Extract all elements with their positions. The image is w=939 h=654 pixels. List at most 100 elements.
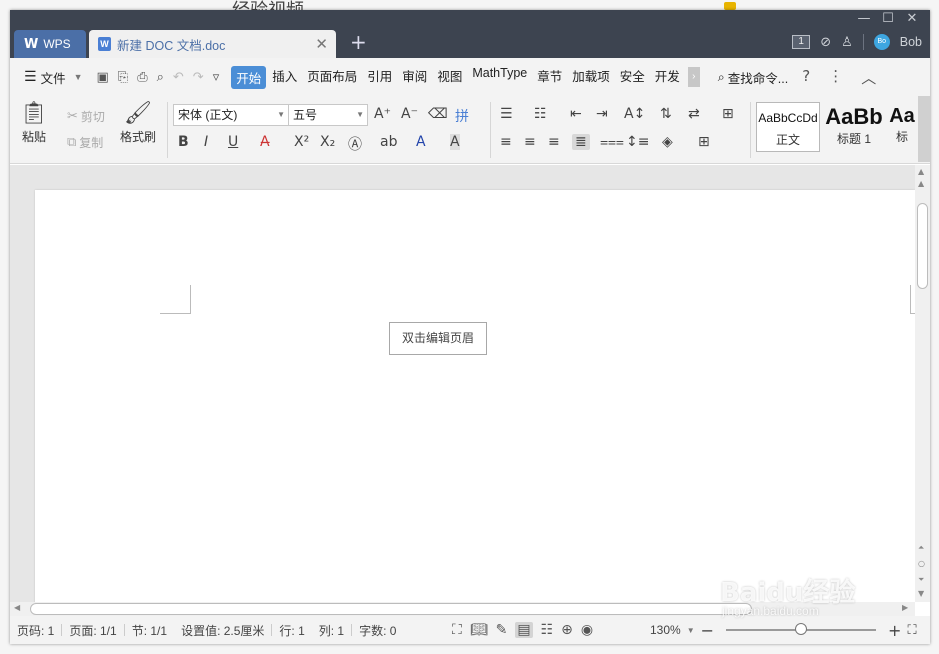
scroll-thumb[interactable] xyxy=(30,603,752,615)
scroll-right-icon[interactable]: ▶ xyxy=(902,603,908,612)
distributed-align-icon[interactable]: ⩶ xyxy=(600,134,624,150)
prev-page-icon[interactable]: ⏶ xyxy=(918,543,924,553)
ribbon-scrollbar[interactable] xyxy=(918,96,930,162)
tab-page-layout[interactable]: 页面布局 xyxy=(303,66,361,89)
decrease-indent-icon[interactable]: ⇤ xyxy=(570,106,582,122)
style-heading-1[interactable]: AaBb 标题 1 xyxy=(822,102,886,152)
pinyin-guide-icon[interactable]: 拼 xyxy=(455,106,469,126)
user-name[interactable]: Bob xyxy=(900,35,922,49)
window-count-badge[interactable]: 1 xyxy=(792,35,811,49)
outline-view-icon[interactable]: ☷ xyxy=(541,622,554,638)
status-setting-value[interactable]: 设置值: 2.5厘米 xyxy=(174,622,271,639)
print-preview-icon[interactable]: ⌕ xyxy=(157,70,164,85)
collapse-ribbon-icon[interactable]: ︿ xyxy=(861,67,876,88)
line-spacing-icon[interactable]: ↕≡ xyxy=(626,134,649,150)
tab-home[interactable]: 开始 xyxy=(231,65,267,89)
skin-shirt-icon[interactable]: ♙ xyxy=(841,35,853,50)
select-browse-icon[interactable]: ○ xyxy=(918,559,925,568)
status-row[interactable]: 行: 1 xyxy=(272,622,311,639)
edit-header-hint[interactable]: 双击编辑页眉 xyxy=(389,322,487,355)
align-left-icon[interactable]: ≡ xyxy=(500,134,512,150)
reading-mode-icon[interactable]: 📖︎ xyxy=(470,622,488,638)
borders-icon[interactable]: ⊞ xyxy=(698,134,710,150)
zoom-out-button[interactable]: − xyxy=(701,621,714,640)
justify-icon[interactable]: ≣ xyxy=(572,134,590,150)
edit-pen-icon[interactable]: ✎ xyxy=(496,622,508,638)
numbered-list-icon[interactable]: ☷ xyxy=(534,106,547,122)
chinese-layout-icon[interactable]: A↕ xyxy=(624,106,645,122)
close-tab-icon[interactable]: ✕ xyxy=(315,35,328,53)
zoom-level[interactable]: 130% xyxy=(650,623,681,637)
print-icon[interactable]: ⎙ xyxy=(137,70,147,85)
save-icon[interactable]: ▣ xyxy=(97,70,109,85)
status-pages[interactable]: 页面: 1/1 xyxy=(62,622,123,639)
tab-mathtype[interactable]: MathType xyxy=(468,66,531,89)
minimize-button[interactable]: — xyxy=(852,12,876,28)
copy-button[interactable]: ⧉ 复制 xyxy=(67,134,103,151)
clear-format-icon[interactable]: ⌫ xyxy=(428,106,448,122)
font-size-combo[interactable]: 五号 ▼ xyxy=(288,104,368,126)
format-painter-button[interactable]: 🖌︎ 格式刷 xyxy=(120,100,156,145)
subscript-icon[interactable]: X₂ xyxy=(320,134,335,150)
next-page-icon[interactable]: ⏷ xyxy=(918,575,924,585)
chevron-down-icon[interactable]: ▼ xyxy=(687,626,695,635)
tab-developer[interactable]: 开发 xyxy=(651,66,684,89)
italic-icon[interactable]: I xyxy=(204,134,208,150)
status-section[interactable]: 节: 1/1 xyxy=(125,622,174,639)
zoom-slider-knob[interactable] xyxy=(795,623,808,635)
increase-font-icon[interactable]: A⁺ xyxy=(374,106,391,122)
eye-protection-icon[interactable]: ◉ xyxy=(581,622,593,638)
text-effect-icon[interactable]: Ⓐ xyxy=(348,134,362,154)
find-command-search[interactable]: ⌕ 查找命令... xyxy=(718,68,788,87)
tab-chapter[interactable]: 章节 xyxy=(533,66,566,89)
close-window-button[interactable]: ✕ xyxy=(900,12,924,28)
tab-references[interactable]: 引用 xyxy=(363,66,396,89)
font-color-icon[interactable]: A xyxy=(416,134,426,150)
status-word-count[interactable]: 字数: 0 xyxy=(352,622,403,639)
tab-view[interactable]: 视图 xyxy=(433,66,466,89)
style-normal[interactable]: AaBbCcDd 正文 xyxy=(756,102,820,152)
scroll-up-icon[interactable]: ▲ xyxy=(918,179,924,188)
fit-window-icon[interactable]: ⛶ xyxy=(907,623,916,638)
page-view-icon[interactable]: ▤ xyxy=(515,622,533,638)
align-right-icon[interactable]: ≡ xyxy=(548,134,560,150)
tab-insert[interactable]: 插入 xyxy=(268,66,301,89)
scroll-down-icon[interactable]: ▼ xyxy=(918,589,924,598)
cut-button[interactable]: ✂ 剪切 xyxy=(67,108,105,125)
status-column[interactable]: 列: 1 xyxy=(312,622,351,639)
tab-review[interactable]: 审阅 xyxy=(398,66,431,89)
superscript-icon[interactable]: X² xyxy=(294,134,309,150)
new-tab-button[interactable]: + xyxy=(350,30,367,54)
show-marks-icon[interactable]: ⇄ xyxy=(688,106,700,122)
maximize-button[interactable]: ☐ xyxy=(876,12,900,28)
scroll-thumb[interactable] xyxy=(917,203,928,289)
strikethrough-icon[interactable]: A̶ xyxy=(260,134,270,150)
zoom-slider[interactable] xyxy=(726,623,877,635)
sort-icon[interactable]: ⇅ xyxy=(660,106,672,122)
share-icon[interactable]: ⊘ xyxy=(820,35,831,50)
bold-icon[interactable]: B xyxy=(178,134,189,150)
help-icon[interactable]: ? xyxy=(802,67,810,88)
web-view-icon[interactable]: ⊕ xyxy=(561,622,573,638)
more-options-icon[interactable]: ⋮ xyxy=(828,67,843,88)
font-name-combo[interactable]: 宋体 (正文) ▼ xyxy=(173,104,289,126)
customize-toolbar-icon[interactable]: ▿ xyxy=(213,70,220,85)
bullet-list-icon[interactable]: ☰ xyxy=(500,106,513,122)
paragraph-shading-icon[interactable]: ◈ xyxy=(662,134,673,150)
status-page-number[interactable]: 页码: 1 xyxy=(10,622,61,639)
character-shading-icon[interactable]: A xyxy=(450,134,460,150)
tab-addins[interactable]: 加载项 xyxy=(568,66,614,89)
paste-button[interactable]: 📋︎ 粘贴 xyxy=(20,100,48,145)
highlight-icon[interactable]: ab xyxy=(380,134,397,150)
align-center-icon[interactable]: ≡ xyxy=(524,134,536,150)
more-tabs-button[interactable]: › xyxy=(687,67,700,87)
file-menu-button[interactable]: ☰ 文件 ▼ xyxy=(24,68,83,87)
tab-document[interactable]: W 新建 DOC 文档.doc ✕ xyxy=(89,30,336,58)
tab-wps-home[interactable]: W WPS xyxy=(14,30,86,58)
redo-icon[interactable]: ↷ xyxy=(193,70,204,85)
fullscreen-icon[interactable]: ⛶ xyxy=(452,622,462,638)
zoom-in-button[interactable]: + xyxy=(888,621,901,640)
style-heading-2[interactable]: Aa 标 xyxy=(886,102,918,152)
cloud-save-icon[interactable]: ⎘ xyxy=(118,70,128,85)
avatar[interactable]: Bo xyxy=(873,34,890,50)
